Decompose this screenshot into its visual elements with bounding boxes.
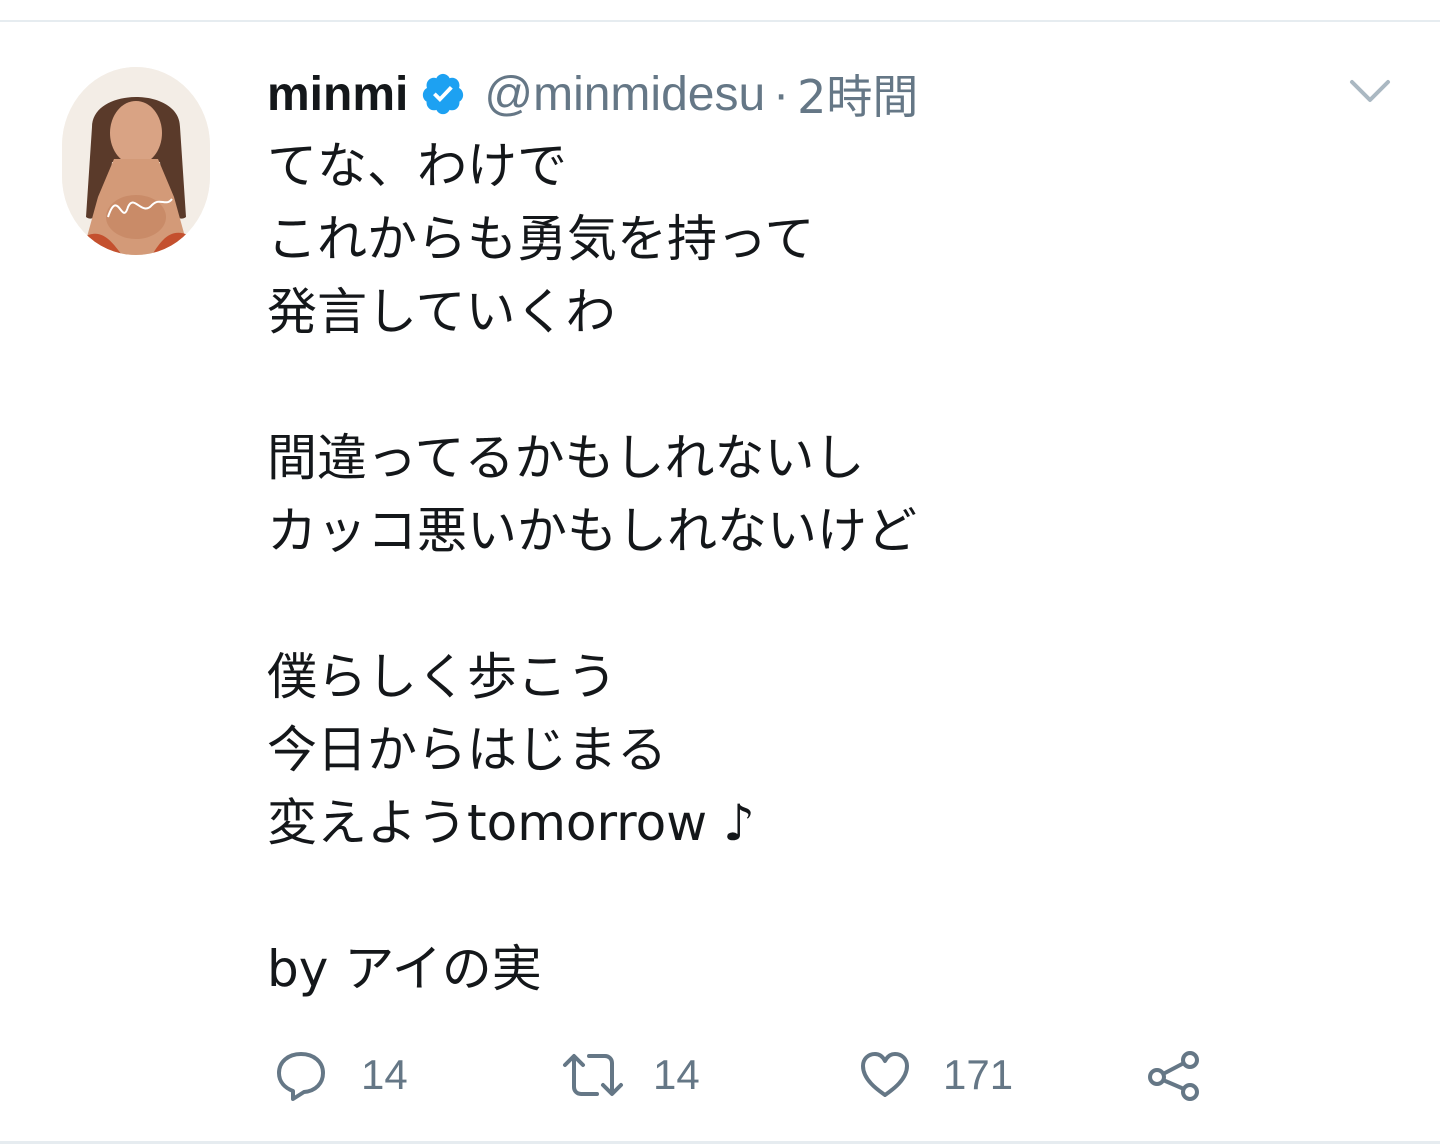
tweet-actions: 14 14 171 — [267, 1040, 1227, 1110]
reply-button[interactable]: 14 — [273, 1040, 408, 1110]
retweet-icon — [561, 1047, 625, 1103]
tweet-line: てな、わけで — [267, 137, 567, 195]
chevron-down-icon[interactable] — [1346, 74, 1394, 110]
retweet-count: 14 — [653, 1051, 700, 1098]
like-button[interactable]: 171 — [857, 1040, 1013, 1110]
retweet-button[interactable]: 14 — [561, 1040, 700, 1110]
tweet-line: カッコ悪いかもしれないけど — [267, 502, 917, 560]
tweet-line: 僕らしく歩こう — [267, 648, 617, 706]
avatar[interactable] — [62, 67, 210, 255]
tweet-line: by アイの実 — [267, 940, 542, 998]
tweet-header: minmi @minmidesu · 2時間 — [267, 62, 918, 126]
tweet-timestamp[interactable]: 2時間 — [797, 61, 918, 127]
reply-bubble-icon — [273, 1047, 329, 1103]
display-name[interactable]: minmi — [267, 67, 408, 122]
share-button[interactable] — [1145, 1040, 1205, 1110]
reply-count: 14 — [361, 1051, 408, 1098]
heart-icon — [857, 1047, 913, 1103]
share-icon — [1145, 1047, 1205, 1103]
like-count: 171 — [943, 1051, 1014, 1098]
user-handle[interactable]: @minmidesu — [484, 67, 765, 122]
tweet-line: 間違ってるかもしれないし — [267, 429, 865, 487]
tweet-line: 発言していくわ — [267, 283, 616, 341]
avatar-photo — [62, 67, 210, 255]
tweet-line: 今日からはじまる — [267, 721, 667, 779]
verified-badge-icon — [420, 71, 466, 117]
top-divider — [0, 20, 1440, 22]
tweet-text: てな、わけで これからも勇気を持って 発言していくわ 間違ってるかもしれないし … — [267, 130, 1367, 1006]
tweet-line: 変えようtomorrow ♪ — [267, 794, 755, 852]
tweet-line: これからも勇気を持って — [267, 210, 815, 268]
header-separator: · — [773, 67, 790, 121]
